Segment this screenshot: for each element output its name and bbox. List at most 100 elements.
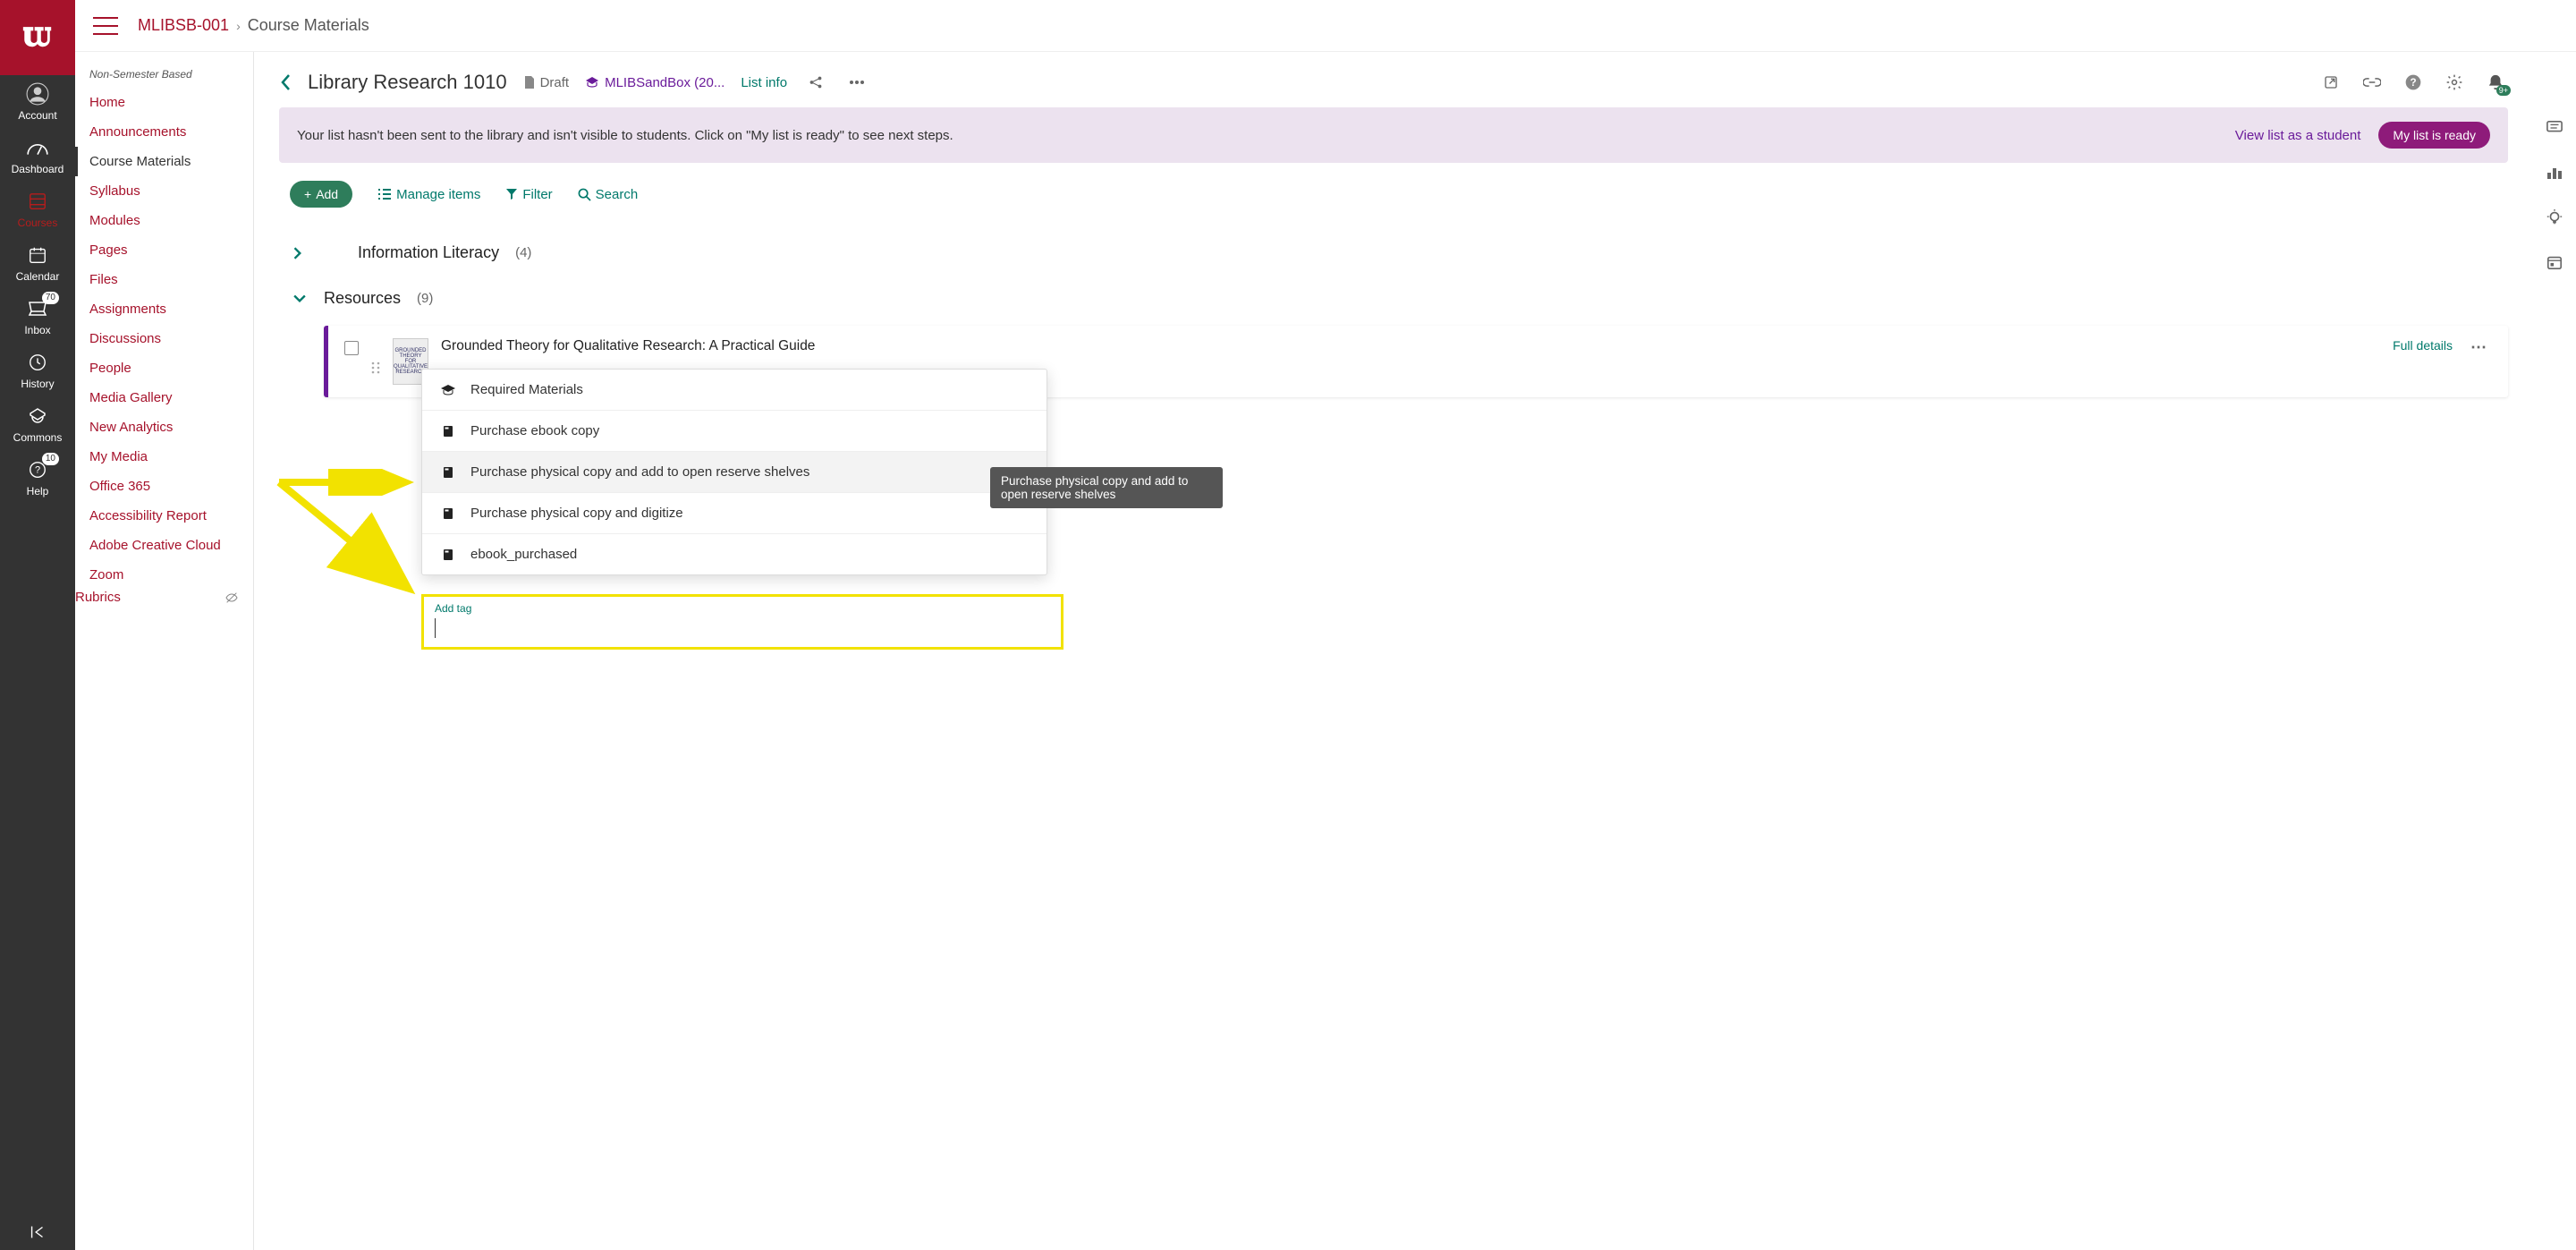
- breadcrumb-course[interactable]: MLIBSB-001: [138, 16, 229, 35]
- book-icon: [440, 548, 456, 561]
- help-badge: 10: [42, 453, 59, 465]
- coursenav-syllabus[interactable]: Syllabus: [75, 176, 253, 206]
- coursenav-office-365[interactable]: Office 365: [75, 472, 253, 501]
- coursenav-files[interactable]: Files: [75, 265, 253, 294]
- item-checkbox[interactable]: [344, 341, 359, 355]
- dropdown-item-purchase-physical-reserve[interactable]: Purchase physical copy and add to open r…: [422, 452, 1046, 493]
- library-hours-icon[interactable]: [2541, 249, 2568, 276]
- history-icon: [26, 351, 49, 374]
- coursenav-media-gallery[interactable]: Media Gallery: [75, 383, 253, 412]
- topbar: MLIBSB-001 › Course Materials: [75, 0, 2576, 52]
- my-list-ready-button[interactable]: My list is ready: [2378, 122, 2490, 149]
- annotation-arrow: [275, 478, 436, 603]
- coursenav-assignments[interactable]: Assignments: [75, 294, 253, 324]
- dropdown-item-purchase-ebook[interactable]: Purchase ebook copy: [422, 411, 1046, 452]
- coursenav-pages[interactable]: Pages: [75, 235, 253, 265]
- hidden-icon: [225, 591, 239, 605]
- section-count: (9): [417, 291, 433, 306]
- filter-button[interactable]: Filter: [505, 187, 552, 202]
- hamburger-button[interactable]: [93, 17, 118, 35]
- section-title: Resources: [324, 289, 401, 308]
- nav-help[interactable]: 10 ? Help: [0, 451, 75, 505]
- analytics-icon[interactable]: [2541, 159, 2568, 186]
- cap-icon: [585, 76, 599, 89]
- svg-text:?: ?: [35, 465, 40, 476]
- suggestions-icon[interactable]: [2541, 204, 2568, 231]
- section-count: (4): [515, 245, 531, 260]
- settings-icon[interactable]: [2442, 70, 2467, 95]
- resource-item: GROUNDED THEORY FOR QUALITATIVE RESEARCH…: [324, 326, 2508, 397]
- coursenav-course-materials[interactable]: Course Materials: [75, 147, 253, 176]
- section-information-literacy[interactable]: Information Literacy (4): [279, 234, 2508, 271]
- course-link[interactable]: MLIBSandBox (20...: [585, 75, 724, 90]
- coursenav-zoom[interactable]: Zoom: [75, 560, 253, 590]
- courses-icon: [26, 190, 49, 213]
- help-icon[interactable]: ?: [2401, 70, 2426, 95]
- coursenav-announcements[interactable]: Announcements: [75, 117, 253, 147]
- section-title: Information Literacy: [358, 243, 499, 262]
- banner-text: Your list hasn't been sent to the librar…: [297, 128, 2217, 143]
- coursenav-home[interactable]: Home: [75, 88, 253, 117]
- nav-dashboard[interactable]: Dashboard: [0, 129, 75, 183]
- right-rail: [2533, 52, 2576, 1250]
- tooltip: Purchase physical copy and add to open r…: [990, 467, 1223, 508]
- coursenav-discussions[interactable]: Discussions: [75, 324, 253, 353]
- dropdown-item-ebook-purchased[interactable]: ebook_purchased: [422, 534, 1046, 574]
- document-icon: [523, 75, 536, 89]
- item-title[interactable]: Grounded Theory for Qualitative Research…: [441, 338, 2380, 354]
- notifications-icon[interactable]: 9+: [2483, 70, 2508, 95]
- link-icon[interactable]: [2360, 70, 2385, 95]
- coursenav-rubrics[interactable]: Rubrics: [75, 590, 121, 605]
- search-button[interactable]: Search: [578, 187, 639, 202]
- search-icon: [578, 188, 591, 201]
- list-info-link[interactable]: List info: [741, 75, 787, 90]
- nav-history[interactable]: History: [0, 344, 75, 397]
- manage-items-button[interactable]: Manage items: [377, 187, 480, 202]
- add-button[interactable]: + Add: [290, 181, 352, 208]
- nav-account[interactable]: Account: [0, 75, 75, 129]
- add-tag-input[interactable]: [435, 618, 1050, 638]
- section-resources[interactable]: Resources (9): [279, 280, 2508, 317]
- nav-inbox[interactable]: 70 Inbox: [0, 290, 75, 344]
- dashboard-icon: [26, 136, 49, 159]
- coursenav-accessibility[interactable]: Accessibility Report: [75, 501, 253, 531]
- view-as-student-link[interactable]: View list as a student: [2235, 128, 2361, 143]
- coursenav-adobe-cc[interactable]: Adobe Creative Cloud: [75, 531, 253, 560]
- book-icon: [440, 425, 456, 438]
- full-details-link[interactable]: Full details: [2393, 338, 2453, 353]
- banner: Your list hasn't been sent to the librar…: [279, 107, 2508, 163]
- drag-handle-icon[interactable]: [371, 361, 380, 374]
- dropdown-item-purchase-digitize[interactable]: Purchase physical copy and digitize: [422, 493, 1046, 534]
- back-button[interactable]: [279, 73, 292, 91]
- breadcrumb-separator: ›: [236, 19, 241, 33]
- nav-commons[interactable]: Commons: [0, 397, 75, 451]
- chevron-down-icon: [293, 294, 308, 303]
- calendar-icon: [26, 243, 49, 267]
- coursenav-new-analytics[interactable]: New Analytics: [75, 412, 253, 442]
- more-icon[interactable]: [844, 70, 869, 95]
- course-nav: Non-Semester Based Home Announcements Co…: [75, 52, 254, 1250]
- coursenav-people[interactable]: People: [75, 353, 253, 383]
- semester-label: Non-Semester Based: [75, 61, 253, 88]
- institution-logo[interactable]: [0, 0, 75, 75]
- share-icon[interactable]: [803, 70, 828, 95]
- open-external-icon[interactable]: [2318, 70, 2343, 95]
- nav-calendar[interactable]: Calendar: [0, 236, 75, 290]
- list-title: Library Research 1010: [308, 71, 507, 94]
- book-icon: [440, 466, 456, 479]
- filter-icon: [505, 188, 518, 200]
- nav-courses[interactable]: Courses: [0, 183, 75, 236]
- item-more-icon[interactable]: ⋯: [2465, 338, 2492, 357]
- global-nav: Account Dashboard Courses Calendar 70 In…: [0, 0, 75, 1250]
- status-badge: Draft: [523, 75, 570, 90]
- coursenav-modules[interactable]: Modules: [75, 206, 253, 235]
- coursenav-my-media[interactable]: My Media: [75, 442, 253, 472]
- inbox-badge: 70: [42, 292, 59, 304]
- nav-collapse-button[interactable]: [0, 1214, 75, 1250]
- plus-icon: +: [304, 187, 311, 201]
- comments-icon[interactable]: [2541, 115, 2568, 141]
- add-tag-field[interactable]: Add tag: [421, 594, 1063, 650]
- avatar-icon: [26, 82, 49, 106]
- dropdown-item-required[interactable]: Required Materials: [422, 370, 1046, 411]
- annotation-arrow: [275, 469, 418, 496]
